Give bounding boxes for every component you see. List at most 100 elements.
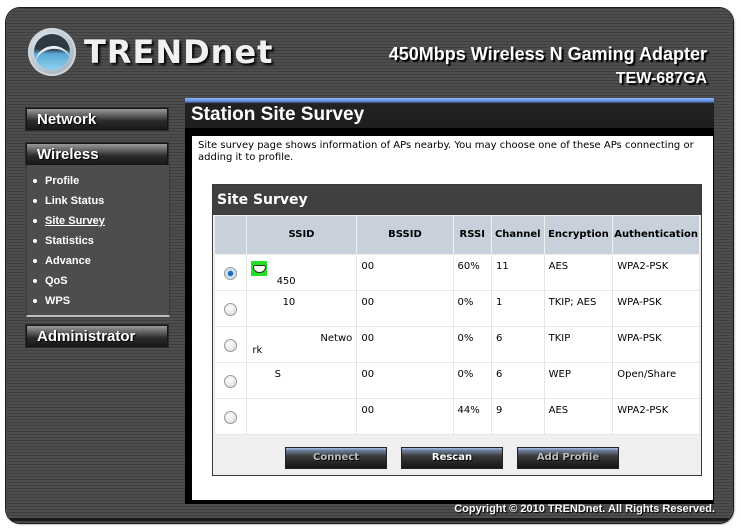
ssid-value: S bbox=[274, 369, 281, 380]
rssi-cell: 0% bbox=[452, 326, 492, 363]
bullet-icon bbox=[33, 179, 37, 183]
table-row[interactable]: 10 00 0% 1 TKIP; AES WPA-PSK bbox=[214, 290, 700, 327]
authentication-cell: WPA-PSK bbox=[612, 326, 700, 363]
trendnet-logo-icon bbox=[28, 28, 76, 76]
logo-text: TRENDnet bbox=[84, 33, 274, 71]
sidebar-item-label: QoS bbox=[45, 275, 68, 287]
table-row[interactable]: Network 00 0% 6 TKIP WPA-PSK bbox=[214, 326, 700, 363]
bssid-cell: 00 bbox=[356, 326, 454, 363]
channel-cell: 6 bbox=[490, 362, 545, 399]
ap-select-radio[interactable] bbox=[223, 375, 237, 388]
header: TRENDnet 450Mbps Wireless N Gaming Adapt… bbox=[6, 8, 733, 98]
column-header-bssid: BSSID bbox=[356, 215, 454, 255]
content-body: Site survey page shows information of AP… bbox=[192, 136, 713, 500]
rescan-button[interactable]: Rescan bbox=[401, 447, 503, 469]
select-cell[interactable] bbox=[214, 254, 247, 291]
encryption-cell: TKIP; AES bbox=[543, 290, 614, 327]
ssid-value: 10 bbox=[282, 297, 296, 308]
ap-select-radio[interactable] bbox=[223, 303, 237, 316]
sidebar-item-qos[interactable]: QoS bbox=[27, 271, 169, 291]
encryption-cell: WEP bbox=[543, 362, 614, 399]
sidebar-item-advance[interactable]: Advance bbox=[27, 251, 169, 271]
ssid-cell: S bbox=[245, 362, 358, 399]
connect-button[interactable]: Connect bbox=[285, 447, 387, 469]
ap-select-radio[interactable] bbox=[223, 411, 237, 424]
ap-select-radio[interactable] bbox=[223, 339, 237, 352]
bullet-icon bbox=[33, 299, 37, 303]
bullet-icon bbox=[33, 219, 37, 223]
encryption-cell: AES bbox=[543, 254, 614, 291]
ssid-value: Network bbox=[252, 333, 353, 356]
sidebar-item-label: Advance bbox=[45, 255, 91, 267]
authentication-cell: WPA-PSK bbox=[612, 290, 700, 327]
rssi-cell: 0% bbox=[452, 290, 492, 327]
bssid-cell: 00 bbox=[356, 290, 454, 327]
sidebar-item-statistics[interactable]: Statistics bbox=[27, 231, 169, 251]
select-cell[interactable] bbox=[214, 398, 247, 435]
rssi-cell: 60% bbox=[452, 254, 492, 291]
table-row[interactable]: S 00 0% 6 WEP Open/Share bbox=[214, 362, 700, 399]
table-header-row: SSID BSSID RSSI Channel Encryption Authe… bbox=[214, 215, 700, 255]
bullet-icon bbox=[33, 199, 37, 203]
column-header-rssi: RSSI bbox=[452, 215, 492, 255]
site-survey-table: SSID BSSID RSSI Channel Encryption Authe… bbox=[214, 215, 700, 435]
column-header-ssid: SSID bbox=[245, 215, 358, 255]
sidebar-item-label: Statistics bbox=[45, 235, 94, 247]
survey-actions: Connect Rescan Add Profile bbox=[213, 444, 699, 469]
bullet-icon bbox=[33, 259, 37, 263]
sidebar-item-link-status[interactable]: Link Status bbox=[27, 191, 169, 211]
rssi-cell: 44% bbox=[452, 398, 492, 435]
product-title: 450Mbps Wireless N Gaming Adapter bbox=[388, 44, 707, 64]
channel-cell: 6 bbox=[490, 326, 545, 363]
bullet-icon bbox=[33, 279, 37, 283]
table-row[interactable]: 450 00 60% 11 AES WPA2-PSK bbox=[214, 254, 700, 291]
add-profile-button[interactable]: Add Profile bbox=[517, 447, 619, 469]
footer: Copyright © 2010 TRENDnet. All Rights Re… bbox=[6, 500, 733, 521]
table-row[interactable]: 00 44% 9 AES WPA2-PSK bbox=[214, 398, 700, 435]
column-header-encryption: Encryption bbox=[543, 215, 614, 255]
ssid-cell bbox=[245, 398, 358, 435]
ssid-cell: Network bbox=[245, 326, 358, 363]
sidebar: Network Wireless Profile Link Status Sit… bbox=[26, 100, 172, 347]
site-survey-title: Site Survey bbox=[213, 185, 701, 215]
select-cell[interactable] bbox=[214, 326, 247, 363]
footer-divider bbox=[6, 518, 733, 521]
channel-cell: 11 bbox=[490, 254, 545, 291]
copyright-text: Copyright © 2010 TRENDnet. All Rights Re… bbox=[454, 503, 715, 515]
bssid-cell: 00 bbox=[356, 398, 454, 435]
sidebar-item-wps[interactable]: WPS bbox=[27, 291, 169, 311]
bssid-cell: 00 bbox=[356, 362, 454, 399]
sidebar-wireless-button[interactable]: Wireless bbox=[26, 143, 168, 165]
sidebar-item-label: Site Survey bbox=[45, 215, 105, 227]
column-header-authentication: Authentication bbox=[612, 215, 700, 255]
sidebar-item-profile[interactable]: Profile bbox=[27, 171, 169, 191]
rssi-cell: 0% bbox=[452, 362, 492, 399]
connected-handshake-icon bbox=[250, 261, 267, 276]
page-title: Station Site Survey bbox=[191, 104, 365, 125]
column-header-select bbox=[214, 215, 247, 255]
app-frame: TRENDnet 450Mbps Wireless N Gaming Adapt… bbox=[6, 8, 733, 523]
page-description: Site survey page shows information of AP… bbox=[198, 140, 694, 163]
bssid-cell: 00 bbox=[356, 254, 454, 291]
authentication-cell: WPA2-PSK bbox=[612, 254, 700, 291]
channel-cell: 9 bbox=[490, 398, 545, 435]
wireless-submenu: Profile Link Status Site Survey Statisti… bbox=[26, 165, 170, 317]
channel-cell: 1 bbox=[490, 290, 545, 327]
sidebar-item-site-survey[interactable]: Site Survey bbox=[27, 211, 169, 231]
sidebar-network-button[interactable]: Network bbox=[26, 108, 168, 130]
column-header-channel: Channel bbox=[490, 215, 545, 255]
model-number: TEW-687GA bbox=[615, 70, 707, 87]
select-cell[interactable] bbox=[214, 362, 247, 399]
authentication-cell: Open/Share bbox=[612, 362, 700, 399]
trendnet-logo: TRENDnet bbox=[28, 28, 273, 76]
select-cell[interactable] bbox=[214, 290, 247, 327]
ssid-value: 450 bbox=[276, 276, 296, 287]
sidebar-item-label: Profile bbox=[45, 175, 80, 187]
site-survey-panel: Site Survey SSID BSSID RSSI Channel Encr… bbox=[212, 184, 702, 476]
sidebar-administrator-button[interactable]: Administrator bbox=[26, 325, 168, 347]
content-header: Station Site Survey bbox=[185, 98, 714, 128]
ap-select-radio[interactable] bbox=[223, 267, 237, 280]
authentication-cell: WPA2-PSK bbox=[612, 398, 700, 435]
sidebar-item-label: WPS bbox=[45, 295, 71, 307]
encryption-cell: AES bbox=[543, 398, 614, 435]
